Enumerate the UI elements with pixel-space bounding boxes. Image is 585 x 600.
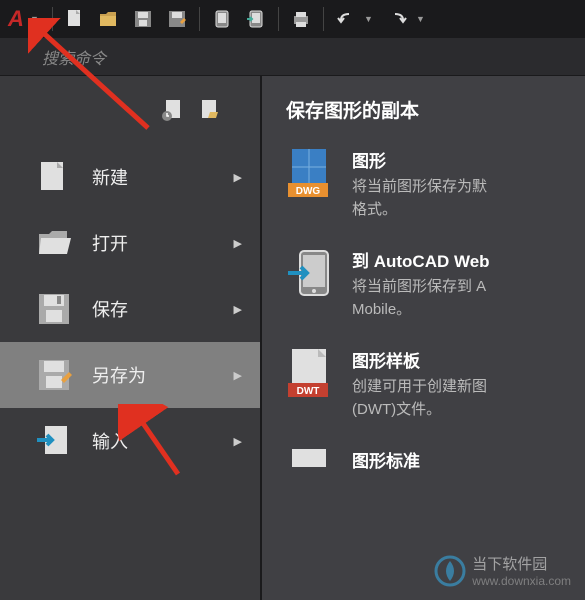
svg-text:DWG: DWG (296, 186, 321, 197)
separator (278, 7, 279, 31)
option-dws[interactable]: 图形标准 (286, 447, 585, 499)
dwt-icon: DWT (286, 347, 334, 399)
import-icon (34, 421, 74, 461)
panel-title: 保存图形的副本 (286, 96, 585, 123)
app-menu-dropdown[interactable]: ▼ (30, 14, 46, 24)
chevron-right-icon: ▶ (234, 435, 242, 448)
option-text: 图形标准 (352, 447, 585, 499)
separator (52, 7, 53, 31)
option-title: 图形样板 (352, 347, 585, 372)
left-menu: 新建 ▶ 打开 ▶ 保存 ▶ 另存为 ▶ (0, 76, 260, 600)
redo-dropdown[interactable]: ▼ (416, 14, 432, 24)
menu-label: 打开 (92, 230, 216, 256)
print-icon[interactable] (287, 5, 315, 33)
option-text: 到 AutoCAD Web 将当前图形保存到 A Mobile。 (352, 247, 585, 321)
menu-label: 新建 (92, 164, 216, 190)
save-icon[interactable] (129, 5, 157, 33)
menu-import[interactable]: 输入 ▶ (0, 408, 260, 474)
search-placeholder: 搜索命令 (42, 45, 106, 69)
watermark-logo-icon (434, 555, 466, 587)
watermark: 当下软件园 www.downxia.com (434, 553, 571, 588)
save-icon (34, 289, 74, 329)
chevron-right-icon: ▶ (234, 303, 242, 316)
web-save-icon[interactable] (242, 5, 270, 33)
right-panel: 保存图形的副本 DWG 图形 将当前图形保存为默 格式。 到 AutoCAD W… (260, 76, 585, 600)
open-icon (34, 223, 74, 263)
option-dwg[interactable]: DWG 图形 将当前图形保存为默 格式。 (286, 147, 585, 221)
option-title: 图形标准 (352, 447, 585, 472)
save-as-icon (34, 355, 74, 395)
search-bar[interactable]: 搜索命令 (0, 38, 585, 76)
undo-dropdown[interactable]: ▼ (364, 14, 380, 24)
save-as-icon[interactable] (163, 5, 191, 33)
open-file-icon[interactable] (95, 5, 123, 33)
dws-icon (286, 447, 334, 499)
option-title: 图形 (352, 147, 585, 172)
menu-save[interactable]: 保存 ▶ (0, 276, 260, 342)
svg-text:DWT: DWT (297, 386, 320, 397)
separator (199, 7, 200, 31)
option-text: 图形样板 创建可用于创建新图 (DWT)文件。 (352, 347, 585, 421)
option-web[interactable]: 到 AutoCAD Web 将当前图形保存到 A Mobile。 (286, 247, 585, 321)
option-desc: 将当前图形保存到 A Mobile。 (352, 276, 585, 321)
watermark-text-cn: 当下软件园 (472, 553, 571, 574)
new-file-icon[interactable] (61, 5, 89, 33)
dwg-icon: DWG (286, 147, 334, 199)
recent-docs-icons (0, 96, 260, 144)
menu-label: 输入 (92, 428, 216, 454)
web-open-icon[interactable] (208, 5, 236, 33)
menu-label: 另存为 (92, 362, 216, 388)
main-content: 新建 ▶ 打开 ▶ 保存 ▶ 另存为 ▶ (0, 76, 585, 600)
recent-doc-icon[interactable] (160, 96, 188, 124)
menu-open[interactable]: 打开 ▶ (0, 210, 260, 276)
option-dwt[interactable]: DWT 图形样板 创建可用于创建新图 (DWT)文件。 (286, 347, 585, 421)
chevron-right-icon: ▶ (234, 237, 242, 250)
app-logo[interactable]: A (4, 7, 28, 31)
option-title: 到 AutoCAD Web (352, 247, 585, 272)
chevron-right-icon: ▶ (234, 171, 242, 184)
menu-new[interactable]: 新建 ▶ (0, 144, 260, 210)
option-desc: 创建可用于创建新图 (DWT)文件。 (352, 376, 585, 421)
separator (323, 7, 324, 31)
undo-icon[interactable] (332, 5, 360, 33)
option-desc: 将当前图形保存为默 格式。 (352, 176, 585, 221)
open-doc-icon[interactable] (196, 96, 224, 124)
web-mobile-icon (286, 247, 334, 299)
watermark-text-url: www.downxia.com (472, 574, 571, 588)
option-text: 图形 将当前图形保存为默 格式。 (352, 147, 585, 221)
menu-save-as[interactable]: 另存为 ▶ (0, 342, 260, 408)
redo-icon[interactable] (384, 5, 412, 33)
new-icon (34, 157, 74, 197)
toolbar: A ▼ ▼ ▼ (0, 0, 585, 38)
menu-label: 保存 (92, 296, 216, 322)
chevron-right-icon: ▶ (234, 369, 242, 382)
